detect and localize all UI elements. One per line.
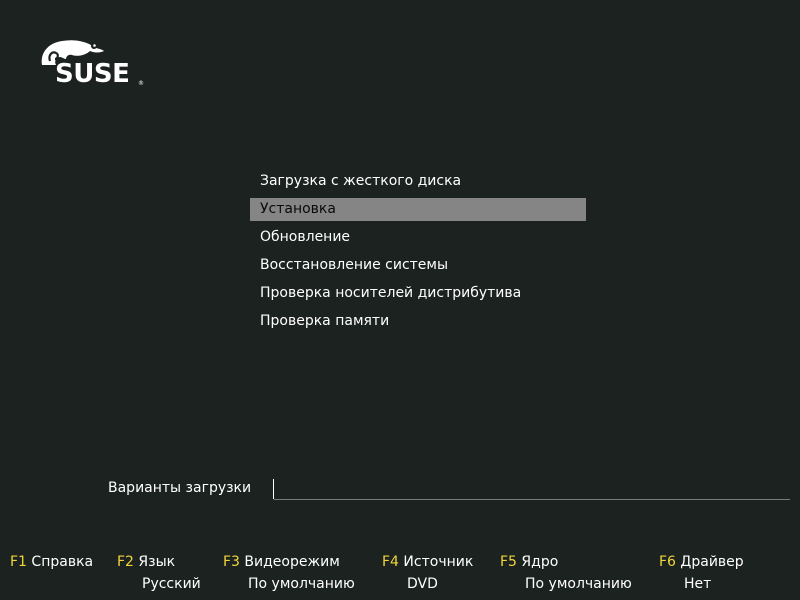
menu-item-label: Загрузка с жесткого диска bbox=[260, 173, 462, 189]
fkey-key: F2 bbox=[117, 554, 134, 570]
fkey-f4-source[interactable]: F4 Источник DVD bbox=[382, 553, 473, 597]
fkey-key: F5 bbox=[500, 554, 517, 570]
menu-item-label: Установка bbox=[260, 201, 336, 217]
menu-item-check-installation-media[interactable]: Проверка носителей дистрибутива bbox=[250, 282, 586, 305]
fkey-value: По умолчанию bbox=[248, 576, 355, 592]
fkey-name: Источник bbox=[403, 554, 474, 570]
fkey-f1-help[interactable]: F1 Справка bbox=[10, 553, 93, 575]
boot-options-row: Варианты загрузки bbox=[108, 478, 790, 502]
menu-item-upgrade[interactable]: Обновление bbox=[250, 226, 586, 249]
fkey-name: Язык bbox=[138, 554, 176, 570]
fkey-key: F1 bbox=[10, 554, 27, 570]
boot-options-label: Варианты загрузки bbox=[108, 480, 252, 496]
fkey-key: F6 bbox=[659, 554, 676, 570]
fkey-key: F4 bbox=[382, 554, 399, 570]
fkey-key: F3 bbox=[223, 554, 240, 570]
logo-wordmark: SUSE bbox=[55, 59, 130, 89]
fkey-f3-video-mode[interactable]: F3 Видеорежим По умолчанию bbox=[223, 553, 355, 597]
fkey-name: Справка bbox=[31, 554, 94, 570]
function-key-bar: F1 Справка F2 Язык Русский F3 Видеорежим… bbox=[0, 553, 800, 595]
fkey-value: Русский bbox=[142, 576, 201, 592]
menu-item-installation[interactable]: Установка bbox=[250, 198, 586, 221]
menu-item-label: Восстановление системы bbox=[260, 257, 449, 273]
fkey-f2-language[interactable]: F2 Язык Русский bbox=[117, 553, 201, 597]
logo-registered-mark: ® bbox=[138, 80, 144, 87]
menu-item-label: Обновление bbox=[260, 229, 351, 245]
fkey-f6-driver[interactable]: F6 Драйвер Нет bbox=[659, 553, 744, 597]
menu-item-boot-from-hard-disk[interactable]: Загрузка с жесткого диска bbox=[250, 170, 586, 193]
menu-item-rescue-system[interactable]: Восстановление системы bbox=[250, 254, 586, 277]
menu-item-label: Проверка памяти bbox=[260, 313, 390, 329]
fkey-name: Ядро bbox=[521, 554, 559, 570]
menu-item-memory-test[interactable]: Проверка памяти bbox=[250, 310, 586, 333]
suse-logo: SUSE ® bbox=[38, 37, 148, 92]
fkey-value: Нет bbox=[684, 576, 712, 592]
fkey-name: Драйвер bbox=[680, 554, 744, 570]
fkey-name: Видеорежим bbox=[244, 554, 340, 570]
boot-menu: Загрузка с жесткого диска Установка Обно… bbox=[250, 170, 586, 338]
fkey-value: DVD bbox=[407, 576, 438, 592]
menu-item-label: Проверка носителей дистрибутива bbox=[260, 285, 522, 301]
fkey-value: По умолчанию bbox=[525, 576, 632, 592]
boot-options-input[interactable] bbox=[274, 478, 790, 500]
fkey-f5-kernel[interactable]: F5 Ядро По умолчанию bbox=[500, 553, 632, 597]
